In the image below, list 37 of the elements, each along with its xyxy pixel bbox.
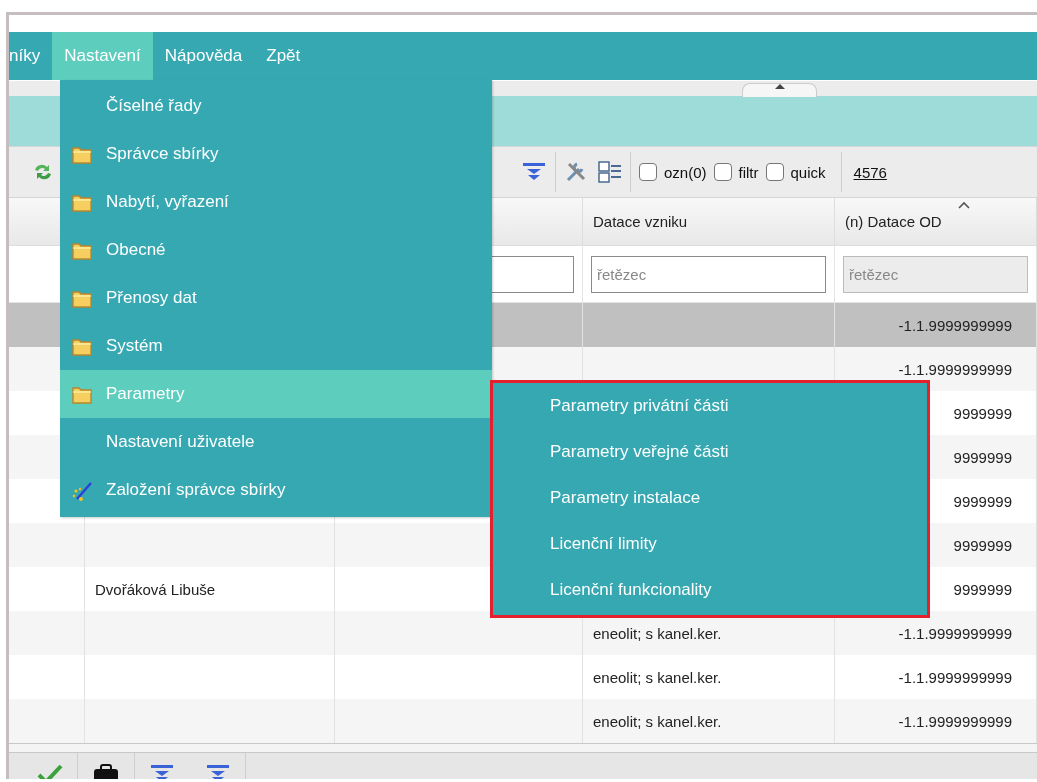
menu-item[interactable]: Nastavení [52,32,153,80]
checkbox-label: quick [790,163,826,181]
checkbox[interactable] [639,163,657,181]
collapse-tab[interactable] [742,83,817,97]
column-header[interactable]: Datace vzniku [583,198,835,245]
menu-item[interactable]: Parametry [60,370,492,418]
menu-item[interactable]: Správce sbírky [60,130,492,178]
menu-item[interactable]: níky [9,32,53,80]
checkbox-label: filtr [738,163,759,181]
menu-item[interactable]: Systém [60,322,492,370]
record-count-link[interactable]: 4576 [853,163,887,181]
folder-icon [72,144,92,164]
menu-item[interactable]: Zpět [254,32,313,80]
menu-item[interactable]: Obecné [60,226,492,274]
filter-icon [521,161,547,183]
folder-icon [72,192,92,212]
menu-item[interactable]: Nastavení uživatele [60,418,492,466]
folder-icon [72,288,92,308]
menu-item[interactable]: Číselné řady [60,82,492,130]
checkbox-label: ozn(0) [664,163,707,181]
menu-item[interactable]: Nápověda [152,32,255,80]
checkmark-icon [37,763,63,779]
menu-item[interactable]: Přenosy dat [60,274,492,322]
folder-icon [72,336,92,356]
column-header[interactable]: (n) Datace OD [835,198,1037,245]
menu-item[interactable]: Založení správce sbírky [60,466,492,514]
list-view-icon [598,161,622,183]
collapse-arrow-icon [774,84,785,89]
menu-item[interactable]: Nabytí, vyřazení [60,178,492,226]
filter-field[interactable]: řetězec [591,255,826,293]
folder-icon [72,384,92,404]
checkbox[interactable] [765,163,784,181]
folder-icon [72,240,92,260]
checkbox[interactable] [713,163,732,181]
filter-icon [149,763,175,779]
filter-icon [205,763,231,779]
tools-icon [564,160,588,184]
